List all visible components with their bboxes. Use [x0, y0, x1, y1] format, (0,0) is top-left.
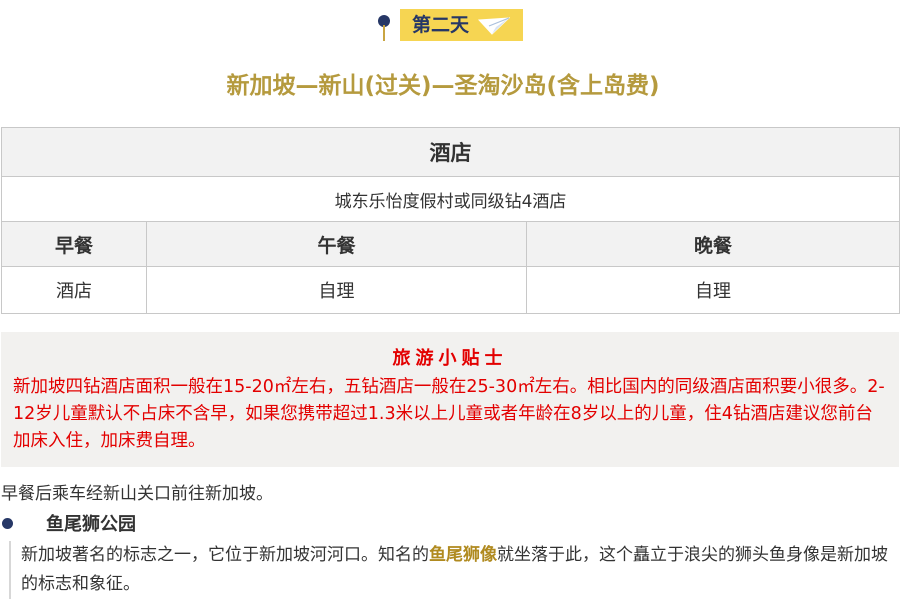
dinner-header: 晚餐	[525, 221, 901, 267]
bullet-icon	[2, 518, 13, 529]
lunch-header: 午餐	[146, 221, 527, 267]
travel-tips-box: 旅游小贴士 新加坡四钻酒店面积一般在15-20㎡左右，五钻酒店一般在25-30㎡…	[1, 332, 899, 467]
day-label: 第二天	[412, 14, 470, 36]
tips-text: 新加坡四钻酒店面积一般在15-20㎡左右，五钻酒店一般在25-30㎡左右。相比国…	[13, 377, 885, 451]
breakfast-value: 酒店	[1, 266, 147, 314]
attraction-title: 鱼尾狮公园	[46, 514, 136, 535]
pin-icon	[375, 9, 395, 41]
merlion-statue-highlight: 鱼尾狮像	[429, 545, 497, 565]
hotel-name: 城东乐怡度假村或同级钻4酒店	[0, 176, 901, 222]
dinner-value: 自理	[525, 266, 901, 314]
desc-part-1: 新加坡著名的标志之一，它位于新加坡河河口。知名的	[21, 545, 429, 565]
hotel-meal-table: 酒店 城东乐怡度假村或同级钻4酒店 早餐 午餐 晚餐 酒店 自理 自理	[0, 127, 901, 314]
lunch-value: 自理	[146, 266, 527, 314]
itinerary-intro: 早餐后乘车经新山关口前往新加坡。	[1, 484, 273, 504]
paper-plane-icon	[478, 17, 510, 35]
attraction-description: 新加坡著名的标志之一，它位于新加坡河河口。知名的鱼尾狮像就坐落于此，这个矗立于浪…	[9, 541, 889, 599]
breakfast-header: 早餐	[1, 221, 147, 267]
route-title: 新加坡—新山(过关)—圣淘沙岛(含上岛费)	[226, 73, 660, 99]
tips-title: 旅游小贴士	[392, 348, 508, 369]
hotel-header: 酒店	[0, 127, 901, 177]
day-badge: 第二天	[400, 9, 523, 41]
